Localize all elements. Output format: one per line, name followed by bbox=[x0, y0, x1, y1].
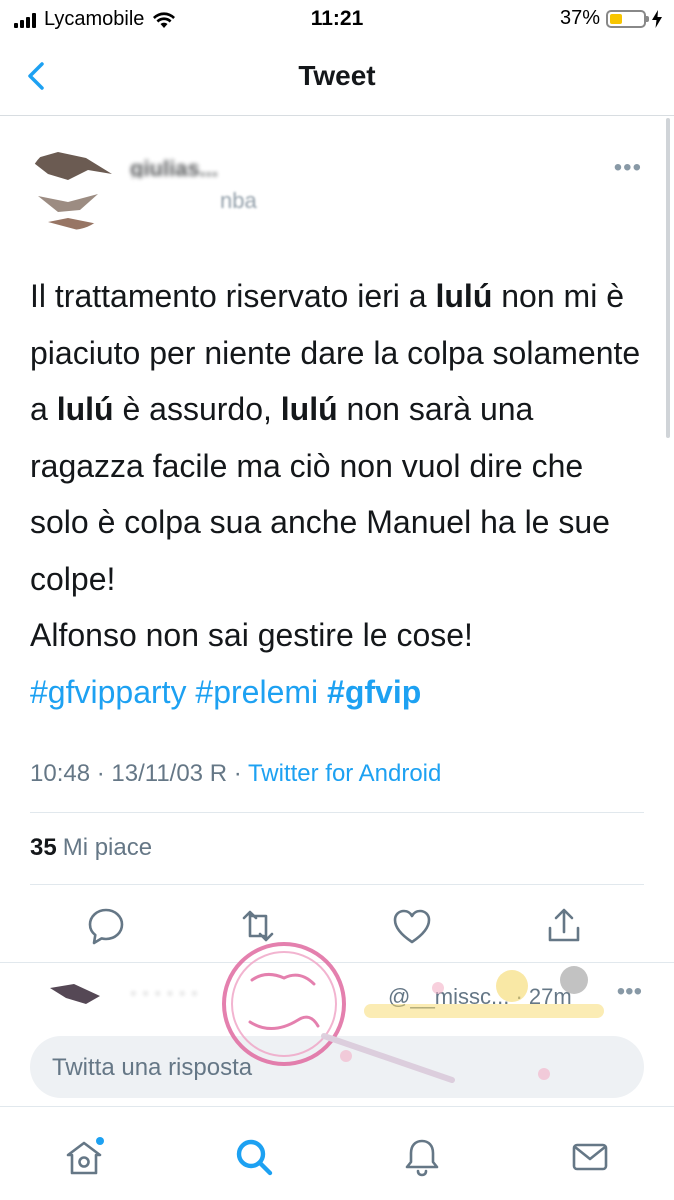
messages-icon[interactable] bbox=[568, 1135, 612, 1179]
page-title: Tweet bbox=[298, 60, 376, 91]
reply-handle-time: @__missc... · 27m bbox=[388, 984, 572, 1009]
author-name[interactable]: giulias... bbox=[130, 156, 400, 178]
likes-label: Mi piace bbox=[62, 834, 153, 861]
tweet-text-segment: Il trattamento riservato ieri a bbox=[30, 278, 436, 314]
like-icon[interactable] bbox=[390, 904, 434, 948]
reply-author-name: · · · · · · bbox=[130, 982, 198, 1004]
meta-separator: · bbox=[227, 760, 248, 787]
likes-number: 35 bbox=[30, 834, 57, 861]
reply-preview[interactable]: · · · · · · @__missc... · 27m ••• bbox=[0, 964, 674, 1024]
retweet-icon[interactable] bbox=[236, 904, 280, 948]
tweet-source-link[interactable]: Twitter for Android bbox=[248, 760, 441, 787]
author-handle[interactable]: nba bbox=[220, 188, 257, 214]
likes-count[interactable]: 35 Mi piace bbox=[30, 834, 152, 862]
tweet-body: Il trattamento riservato ieri a lulú non… bbox=[30, 278, 640, 597]
scrollbar[interactable] bbox=[666, 118, 670, 438]
meta-separator: · bbox=[90, 760, 112, 787]
hashtag-list: #gfvipparty #prelemi #gfvip bbox=[30, 674, 421, 710]
divider bbox=[30, 884, 644, 885]
battery-fill bbox=[610, 13, 622, 24]
search-icon[interactable] bbox=[232, 1135, 276, 1179]
divider bbox=[30, 812, 644, 813]
share-icon[interactable] bbox=[542, 904, 586, 948]
tweet-mention-bold: lulú bbox=[280, 391, 338, 427]
hashtag-link[interactable]: #prelemi bbox=[195, 674, 318, 710]
notifications-icon[interactable] bbox=[400, 1135, 444, 1179]
tweet-time: 10:48 bbox=[30, 760, 91, 787]
reply-icon[interactable] bbox=[84, 904, 128, 948]
nav-bar: Tweet bbox=[0, 40, 674, 116]
reply-avatar[interactable] bbox=[30, 978, 120, 1008]
battery-icon bbox=[606, 9, 649, 28]
tweet-mention-bold: lulú bbox=[56, 391, 114, 427]
hashtag-link[interactable]: #gfvip bbox=[327, 674, 421, 710]
battery-group: 37% bbox=[560, 7, 662, 30]
tweet-text-line-2: Alfonso non sai gestire le cose! bbox=[30, 617, 473, 653]
tweet-actions bbox=[0, 896, 674, 956]
more-options-icon[interactable]: ••• bbox=[617, 978, 642, 1006]
more-options-icon[interactable]: ••• bbox=[614, 154, 642, 182]
tweet-mention-bold: lulú bbox=[435, 278, 493, 314]
tweet-text: Il trattamento riservato ieri a lulú non… bbox=[30, 268, 650, 720]
tweet-date: 13/11/03 R bbox=[111, 760, 228, 787]
reply-input[interactable]: Twitta una risposta bbox=[30, 1036, 644, 1098]
divider bbox=[0, 962, 674, 963]
avatar[interactable] bbox=[28, 144, 114, 230]
tab-bar bbox=[0, 1106, 674, 1200]
tweet-text-segment: è assurdo, bbox=[113, 391, 281, 427]
home-icon[interactable] bbox=[62, 1135, 106, 1179]
tweet-meta: 10:48 · 13/11/03 R · Twitter for Android bbox=[30, 760, 441, 788]
hashtag-link[interactable]: #gfvipparty bbox=[30, 674, 187, 710]
reply-placeholder: Twitta una risposta bbox=[52, 1054, 253, 1081]
status-bar: Lycamobile 11:21 37% bbox=[0, 0, 674, 40]
charging-icon bbox=[652, 9, 662, 28]
battery-percent: 37% bbox=[559, 7, 600, 29]
